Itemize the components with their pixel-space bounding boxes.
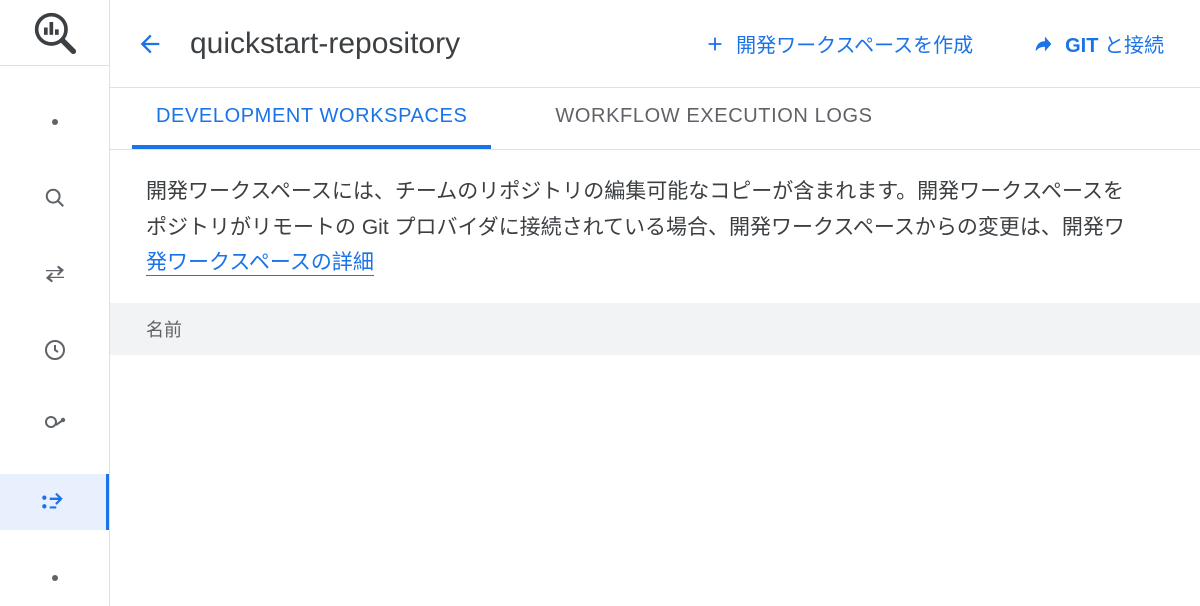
page-title: quickstart-repository — [190, 27, 460, 61]
dot-icon — [52, 119, 58, 125]
app-logo — [0, 0, 110, 66]
description-text: 開発ワークスペースには、チームのリポジトリの編集可能なコピーが含まれます。開発ワ… — [110, 174, 1200, 281]
connect-git-button[interactable]: GIT と接続 — [1017, 21, 1180, 66]
column-header-name: 名前 — [146, 316, 182, 342]
tab-development-workspaces[interactable]: DEVELOPMENT WORKSPACES — [132, 88, 491, 149]
transfer-icon — [43, 262, 67, 286]
search-icon — [44, 187, 66, 209]
learn-more-link[interactable]: 発ワークスペースの詳細 — [146, 251, 374, 276]
explore-icon — [43, 414, 67, 438]
dot-icon — [52, 575, 58, 581]
dataform-icon — [40, 489, 66, 515]
connect-git-label: GIT と接続 — [1065, 29, 1164, 58]
arrow-back-icon — [136, 30, 164, 58]
create-workspace-button[interactable]: 開発ワークスペースを作成 — [688, 21, 989, 66]
sidebar-item-dot-2[interactable] — [0, 550, 109, 606]
history-icon — [43, 338, 67, 362]
sidebar-item-transfers[interactable] — [0, 246, 109, 302]
sidebar — [0, 0, 110, 606]
description-line-2: ポジトリがリモートの Git プロバイダに接続されている場合、開発ワークスペース… — [146, 210, 1200, 246]
main-panel: quickstart-repository 開発ワークスペースを作成 GIT と… — [110, 0, 1200, 606]
table-header-row: 名前 — [110, 303, 1200, 355]
plus-icon — [704, 33, 726, 55]
tabs: DEVELOPMENT WORKSPACES WORKFLOW EXECUTIO… — [110, 88, 1200, 150]
sidebar-items — [0, 66, 109, 606]
tab-workflow-execution-logs[interactable]: WORKFLOW EXECUTION LOGS — [531, 88, 896, 149]
create-workspace-label: 開発ワークスペースを作成 — [736, 29, 973, 58]
description-line-1: 開発ワークスペースには、チームのリポジトリの編集可能なコピーが含まれます。開発ワ… — [146, 174, 1200, 210]
header: quickstart-repository 開発ワークスペースを作成 GIT と… — [110, 0, 1200, 88]
content-area: 開発ワークスペースには、チームのリポジトリの編集可能なコピーが含まれます。開発ワ… — [110, 150, 1200, 355]
sidebar-item-search[interactable] — [0, 170, 109, 226]
sidebar-item-dot-1[interactable] — [0, 94, 109, 150]
connect-icon — [1033, 33, 1055, 55]
sidebar-item-history[interactable] — [0, 322, 109, 378]
sidebar-item-explore[interactable] — [0, 398, 109, 454]
back-button[interactable] — [126, 20, 174, 68]
sidebar-item-dataform[interactable] — [0, 474, 109, 530]
